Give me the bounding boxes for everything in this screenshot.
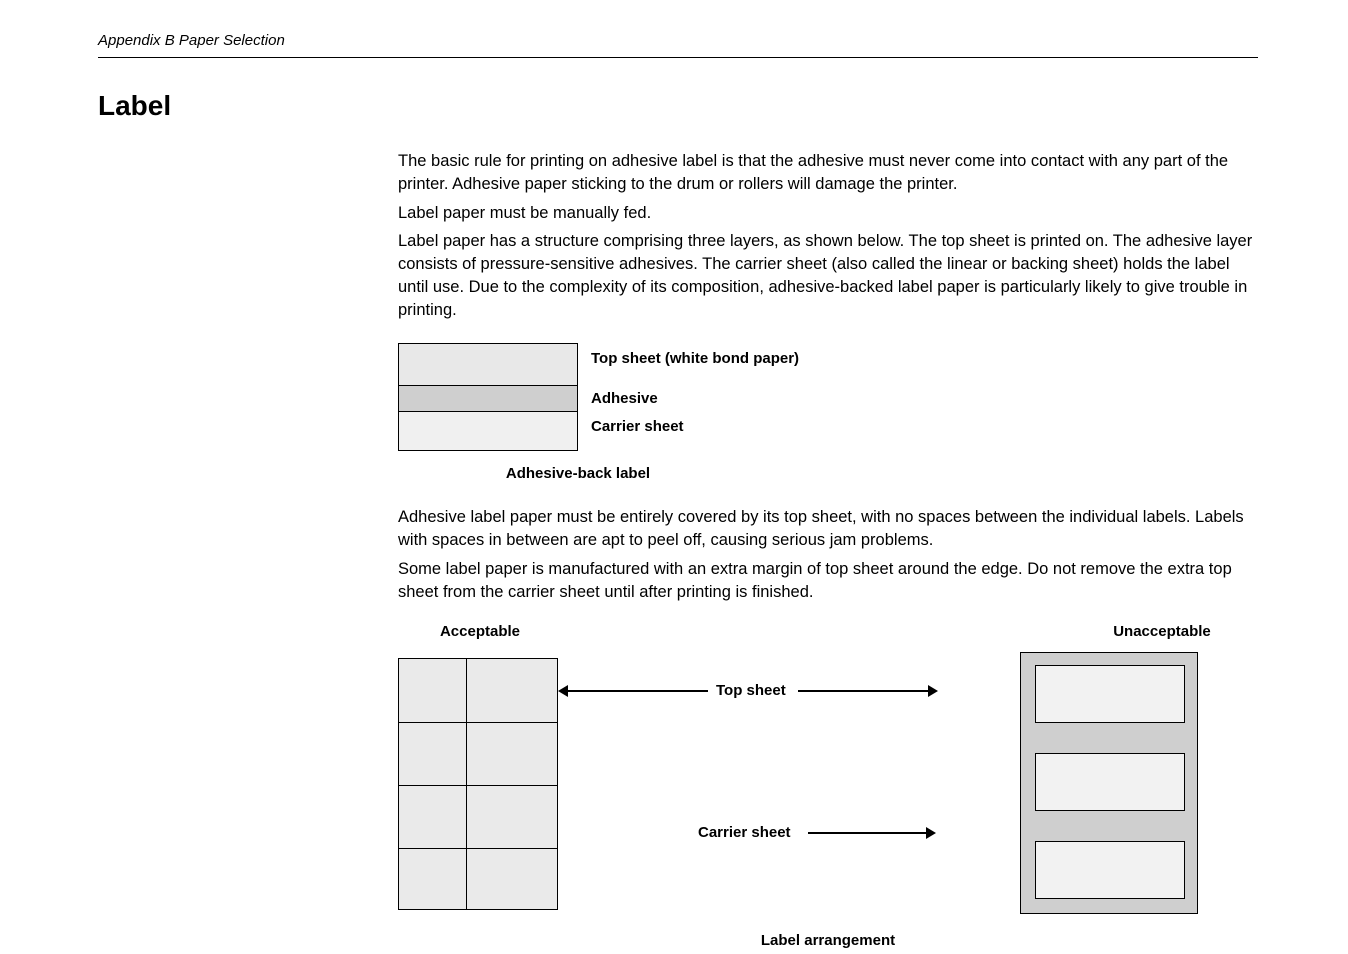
paragraph: Label paper has a structure comprising t… — [398, 230, 1258, 321]
page-container: Appendix B Paper Selection Label The bas… — [0, 0, 1348, 949]
arrangement-diagrams: Top sheet Carrier sheet — [398, 658, 1258, 918]
paragraph: The basic rule for printing on adhesive … — [398, 150, 1258, 196]
unacceptable-box — [1020, 652, 1198, 914]
arrangement-caption: Label arrangement — [398, 932, 1258, 949]
unacceptable-label-rect — [1035, 841, 1185, 899]
layers-diagram-wrap: Top sheet (white bond paper) Adhesive Ca… — [398, 343, 1258, 482]
heading-acceptable: Acceptable — [390, 623, 570, 640]
layer-top-sheet: Top sheet (white bond paper) — [399, 344, 577, 386]
arrow-left-icon — [568, 690, 708, 692]
acceptable-grid — [398, 658, 558, 910]
paragraph: Label paper must be manually fed. — [398, 202, 1258, 225]
label-top-sheet: Top sheet — [716, 682, 786, 699]
layer-label-carrier: Carrier sheet — [591, 418, 684, 435]
acceptable-headings-row: Acceptable Unacceptable — [398, 623, 1258, 640]
arrow-right-icon — [798, 690, 928, 692]
grid-horizontal-line — [399, 848, 557, 849]
section-title: Label — [98, 90, 1258, 122]
grid-horizontal-line — [399, 722, 557, 723]
content-column: The basic rule for printing on adhesive … — [398, 150, 1258, 949]
page-header: Appendix B Paper Selection — [98, 32, 1258, 58]
unacceptable-label-rect — [1035, 753, 1185, 811]
layer-adhesive: Adhesive — [399, 386, 577, 412]
layer-label-adhesive: Adhesive — [591, 390, 658, 407]
arrow-right-icon — [808, 832, 926, 834]
layer-label-top: Top sheet (white bond paper) — [591, 350, 799, 367]
layers-caption: Adhesive-back label — [398, 465, 758, 482]
paragraph: Some label paper is manufactured with an… — [398, 558, 1258, 604]
layer-carrier: Carrier sheet — [399, 412, 577, 450]
unacceptable-label-rect — [1035, 665, 1185, 723]
heading-unacceptable: Unacceptable — [1072, 623, 1252, 640]
grid-horizontal-line — [399, 785, 557, 786]
layers-diagram: Top sheet (white bond paper) Adhesive Ca… — [398, 343, 578, 451]
paragraph: Adhesive label paper must be entirely co… — [398, 506, 1258, 552]
label-carrier-sheet: Carrier sheet — [698, 824, 791, 841]
grid-vertical-line — [466, 659, 467, 909]
